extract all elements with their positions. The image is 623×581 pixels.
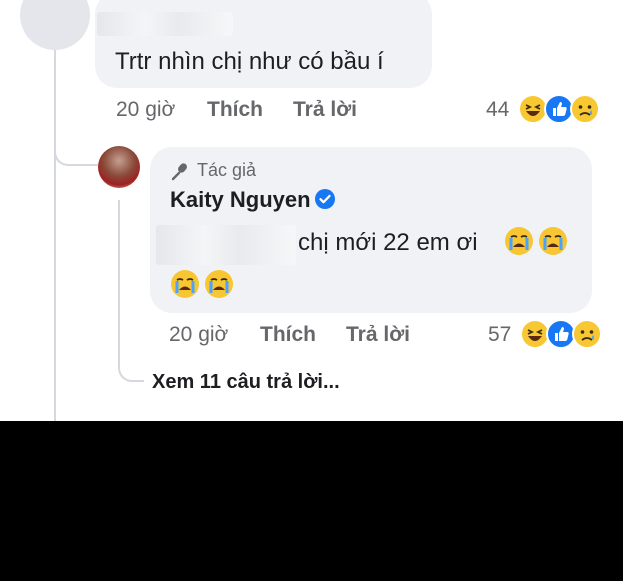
sad-icon [572, 319, 602, 349]
mention-redacted [156, 225, 296, 265]
comment-text: Trtr nhìn chị như có bầu í [115, 48, 384, 75]
comment-reply-button[interactable]: Trả lời [293, 98, 357, 122]
view-more-replies-link[interactable]: Xem 11 câu trả lời... [152, 371, 340, 394]
microphone-icon [171, 163, 187, 181]
reply-reactions[interactable] [520, 319, 606, 349]
comment-reactions[interactable] [518, 94, 604, 124]
reply-bubble: Tác giả Kaity Nguyen chị mới 22 em ơi [150, 147, 592, 313]
reply-reaction-count[interactable]: 57 [488, 323, 511, 347]
crying-icon [539, 227, 567, 255]
reply-thread-line [118, 200, 120, 360]
author-avatar[interactable] [98, 146, 140, 188]
comment-timestamp[interactable]: 20 giờ [116, 98, 175, 122]
thread-line [54, 50, 56, 421]
reply-timestamp[interactable]: 20 giờ [169, 323, 228, 347]
crying-icon [205, 270, 233, 298]
author-badge: Tác giả [197, 160, 257, 180]
comment-like-button[interactable]: Thích [207, 98, 263, 122]
crying-icon [171, 270, 199, 298]
comment-thread: Trtr nhìn chị như có bầu í 20 giờ Thích … [0, 0, 623, 421]
commenter-name-redacted [97, 12, 233, 36]
comment-reaction-count[interactable]: 44 [486, 98, 509, 122]
crying-icon [505, 227, 533, 255]
reply-connector [54, 140, 98, 166]
comment-bubble: Trtr nhìn chị như có bầu í [95, 0, 432, 88]
reply-like-button[interactable]: Thích [260, 323, 316, 347]
black-area [0, 421, 623, 581]
author-name[interactable]: Kaity Nguyen [170, 187, 311, 213]
commenter-avatar[interactable] [20, 0, 90, 50]
reply-reply-button[interactable]: Trả lời [346, 323, 410, 347]
sad-icon [570, 94, 600, 124]
reply-text: chị mới 22 em ơi [298, 229, 478, 256]
verified-icon [315, 189, 335, 209]
view-more-connector [118, 356, 144, 382]
